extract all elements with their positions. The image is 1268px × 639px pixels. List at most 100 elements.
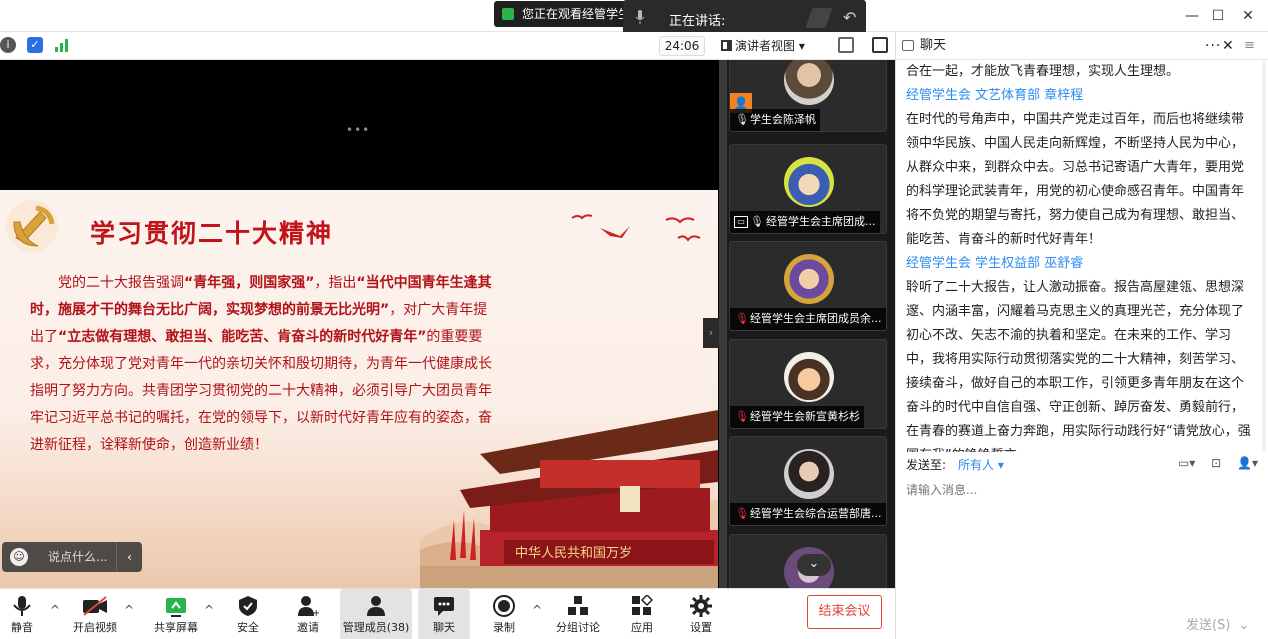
gear-icon [690, 595, 712, 617]
participant-name: 学生会陈泽帆 [750, 113, 816, 126]
panel-divider[interactable]: › [703, 60, 727, 588]
menu-icon[interactable]: ≡ [1244, 32, 1255, 60]
collapse-comment-button[interactable]: ‹ [116, 542, 142, 572]
record-button[interactable]: 录制 [486, 589, 522, 639]
security-button[interactable]: 安全 [230, 589, 266, 639]
signal-icon[interactable] [54, 37, 70, 53]
participant-tile[interactable]: 🎙 经管学生会综合运营部唐... [729, 436, 887, 526]
fullscreen-icon[interactable] [838, 37, 854, 53]
participant-name-tag: 🎙 学生会陈泽帆 [730, 109, 820, 131]
video-button[interactable]: 开启视频 [70, 589, 120, 639]
chat-scrollbar[interactable] [1262, 60, 1266, 452]
chat-sender[interactable]: 经管学生会 学生权益部 巫舒睿 [906, 252, 1254, 276]
participant-tile[interactable]: ▭ 🎙 经管学生会主席团成... [729, 144, 887, 234]
hand-icon[interactable] [805, 8, 833, 28]
chat-sender[interactable]: 经管学生会 文艺体育部 章梓程 [906, 84, 1254, 108]
presentation-slide: 学习贯彻二十大精神 党的二十大报告强调“青年强，则国家强”，指出“当代中国青年生… [0, 190, 718, 597]
share-screen-label: 共享屏幕 [154, 621, 198, 634]
chat-input[interactable] [906, 480, 1246, 500]
send-to-label: 发送至: [906, 458, 947, 472]
invite-label: 邀请 [297, 621, 319, 634]
mute-button[interactable]: 静音 [2, 589, 42, 639]
minimize-button[interactable]: — [1180, 6, 1204, 26]
shared-screen-area: ••• 学习贯彻二十大精神 党的二十大报告强调“青年强，则国家强”，指出“当代中… [0, 60, 720, 597]
mic-muted-icon: 🎙 [735, 507, 749, 520]
shield-icon[interactable]: ✓ [27, 37, 43, 53]
video-off-icon [83, 596, 107, 616]
chat-button[interactable]: 聊天 [418, 589, 470, 639]
birds-decoration [571, 214, 701, 242]
file-icon[interactable]: ▭▾ [1178, 456, 1195, 470]
send-button[interactable]: 发送(S) ⌄ [1186, 614, 1249, 633]
user-icon[interactable]: 👤▾ [1237, 456, 1258, 470]
comment-placeholder: 说点什么... [48, 550, 108, 564]
title-bar: 您正在观看经管学生 正在讲话: ↶ — ☐ ✕ [0, 0, 1268, 37]
settings-button[interactable]: 设置 [683, 589, 719, 639]
maximize-button[interactable]: ☐ [1206, 6, 1230, 26]
slide-text-segment: 党的二十大报告强调 [58, 275, 184, 291]
share-screen-icon [502, 8, 514, 20]
speaker-view-dropdown[interactable]: 演讲者视图 ▾ [721, 36, 805, 56]
breakout-button[interactable]: 分组讨论 [554, 589, 602, 639]
collapse-gallery-button[interactable]: › [703, 318, 719, 348]
manage-members-label: 管理成员(38) [342, 621, 410, 634]
emoji-icon[interactable]: ☺ [10, 548, 28, 566]
mic-on-icon: 🎙 [750, 215, 764, 228]
comment-input-box[interactable]: ☺ 说点什么... ‹ [2, 542, 142, 572]
undo-icon[interactable]: ↶ [843, 8, 856, 27]
slide-text-segment: “立志做有理想、敢担当、能吃苦、肯奋斗的新时代好青年” [58, 329, 427, 345]
chat-message-text: 合在一起，才能放飞青春理想，实现人生理想。 [906, 64, 1180, 79]
participant-tile[interactable]: 👤 🎙 学生会陈泽帆 [729, 60, 887, 132]
add-user-icon: + [298, 596, 319, 617]
participant-name-tag: 🎙 经管学生会综合运营部唐... [730, 503, 886, 525]
end-meeting-button[interactable]: 结束会议 [807, 595, 882, 629]
participant-name-tag: 🎙 经管学生会新宣黄杉杉 [730, 406, 864, 428]
scroll-down-button[interactable]: ⌄ [797, 554, 831, 576]
slide-title: 学习贯彻二十大精神 [90, 219, 334, 248]
record-icon [493, 595, 515, 617]
recipient-dropdown[interactable]: 所有人 ▾ [958, 458, 1004, 472]
speaker-view-label: 演讲者视图 ▾ [735, 39, 805, 53]
share-banner[interactable]: 您正在观看经管学生 [494, 1, 634, 27]
invite-button[interactable]: + 邀请 [290, 589, 326, 639]
chat-tools: ▭▾ ⊡ 👤▾ [1178, 456, 1258, 470]
avatar [784, 157, 834, 207]
shield-icon [239, 596, 257, 616]
chevron-up-icon[interactable]: ^ [532, 603, 542, 617]
avatar [784, 254, 834, 304]
chat-message-text: 在时代的号角声中，中国共产党走过百年，而后也将继续带领中华民族、中国人民走向新辉… [906, 112, 1245, 247]
chat-header: 聊天 ··· ✕ ≡ [896, 32, 1268, 60]
slide-text-segment: “青年强，则国家强” [184, 275, 315, 291]
security-label: 安全 [237, 621, 259, 634]
share-screen-button[interactable]: 共享屏幕 [152, 589, 200, 639]
close-chat-button[interactable]: ✕ [1222, 32, 1234, 60]
drag-handle-icon[interactable]: ••• [346, 123, 370, 137]
chevron-up-icon[interactable]: ^ [50, 603, 60, 617]
manage-members-button[interactable]: 管理成员(38) [340, 589, 412, 639]
microphone-icon [635, 10, 645, 28]
mic-muted-icon: 🎙 [735, 312, 749, 325]
screen-share-icon: ▭ [734, 216, 748, 228]
share-screen-icon [166, 598, 186, 617]
participant-tile[interactable]: 🎙 经管学生会主席团成员余... [729, 241, 887, 331]
participant-tile[interactable]: 🎙 经管学生会新宣黄杉杉 [729, 339, 887, 429]
apps-label: 应用 [631, 621, 653, 634]
chevron-down-icon[interactable]: ⌄ [1238, 618, 1249, 633]
chat-icon [434, 597, 454, 616]
meeting-toolbar: 静音 ^ 开启视频 ^ 共享屏幕 ^ 安全 + 邀请 管理成员(38) 聊天 录… [0, 588, 895, 639]
settings-label: 设置 [690, 621, 712, 634]
chevron-up-icon[interactable]: ^ [204, 603, 214, 617]
chat-message: 合在一起，才能放飞青春理想，实现人生理想。 [906, 60, 1254, 84]
info-icon[interactable]: i [0, 37, 16, 53]
more-options-icon[interactable]: ··· [1205, 32, 1221, 60]
party-emblem-icon [6, 200, 58, 252]
chevron-up-icon[interactable]: ^ [124, 603, 134, 617]
screenshot-icon[interactable]: ⊡ [1211, 456, 1221, 470]
send-to-selector[interactable]: 发送至: 所有人 ▾ [906, 456, 1004, 473]
avatar [784, 60, 834, 105]
members-icon [367, 596, 385, 616]
apps-button[interactable]: 应用 [624, 589, 660, 639]
panel-layout-icon[interactable] [872, 37, 888, 53]
chat-message-list[interactable]: 合在一起，才能放飞青春理想，实现人生理想。经管学生会 文艺体育部 章梓程在时代的… [896, 60, 1262, 452]
close-window-button[interactable]: ✕ [1236, 6, 1260, 26]
